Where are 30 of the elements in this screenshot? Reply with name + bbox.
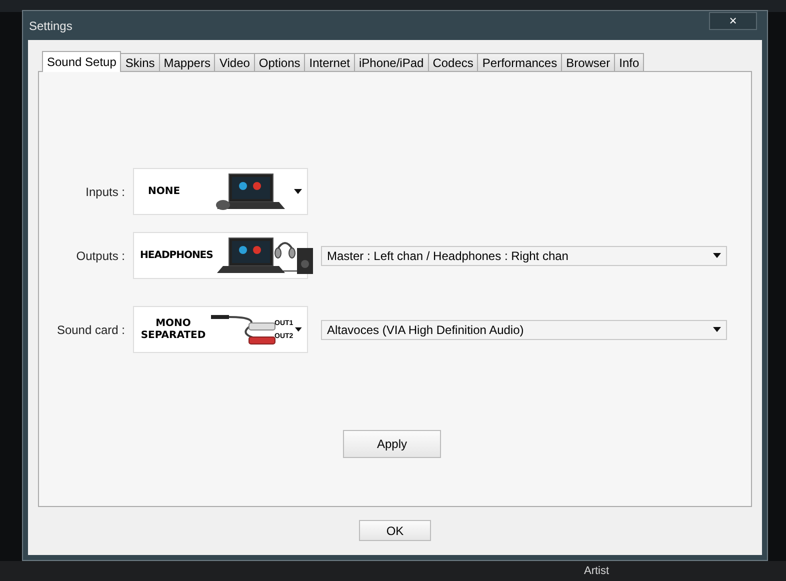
tab[interactable]: Info: [614, 53, 644, 71]
dropdown[interactable]: Master : Left chan / Headphones : Right chan: [321, 246, 727, 266]
tab[interactable]: iPhone/iPad: [354, 53, 429, 71]
tab[interactable]: Codecs: [428, 53, 478, 71]
caret-icon: [713, 253, 721, 258]
caret-icon: [295, 327, 302, 332]
apply-button[interactable]: Apply: [343, 430, 441, 458]
tab[interactable]: Internet: [304, 53, 355, 71]
caret-icon: [294, 189, 302, 194]
window-title: Settings: [29, 18, 72, 34]
tab[interactable]: Video: [214, 53, 255, 71]
picture-caption: HEADPHONES: [140, 249, 213, 263]
caret-icon: [713, 327, 721, 332]
row-label: Outputs :: [75, 248, 125, 264]
row-label: Sound card :: [56, 322, 125, 338]
tab[interactable]: Sound Setup: [42, 51, 122, 72]
tab[interactable]: Browser: [561, 53, 616, 71]
close-button[interactable]: ×: [709, 12, 757, 30]
column-label: Artist: [584, 564, 610, 579]
tab[interactable]: Performances: [477, 53, 562, 71]
ok-button[interactable]: OK: [359, 520, 431, 541]
picture-caption: NONE: [148, 185, 182, 199]
picture-caption: MONO SEPARATED: [140, 318, 206, 342]
tab[interactable]: Mappers: [158, 53, 216, 71]
tab[interactable]: Options: [254, 53, 306, 71]
row-label: Inputs :: [84, 184, 125, 200]
dropdown[interactable]: Altavoces (VIA High Definition Audio): [321, 320, 727, 340]
picture-dropdown[interactable]: NONE: [133, 168, 308, 215]
laptop-mouse-drawing: [215, 172, 287, 212]
tab[interactable]: Skins: [120, 53, 160, 71]
